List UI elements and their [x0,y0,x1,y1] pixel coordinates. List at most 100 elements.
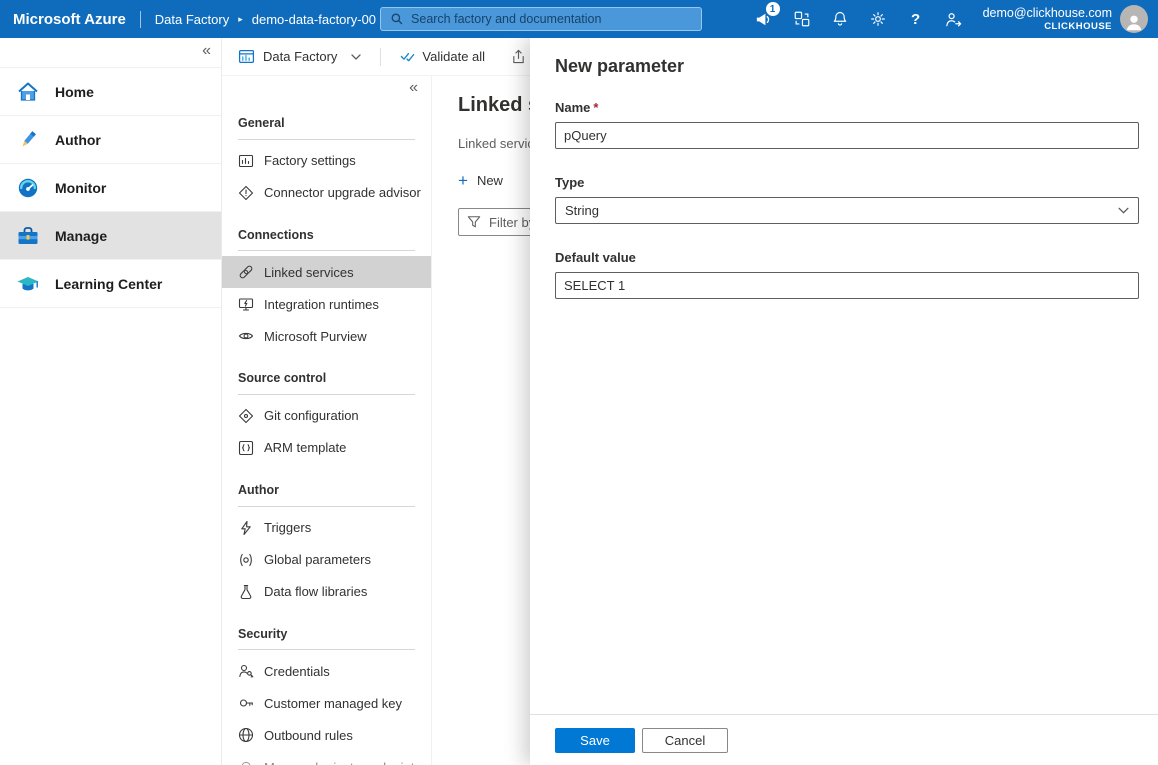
section-divider [238,250,415,251]
left-nav-collapse-button[interactable]: « [202,42,211,60]
pencil-icon [15,127,41,153]
name-label-text: Name [555,100,590,115]
menu-item-managed-private-endpoints[interactable]: Managed private endpoints [222,751,431,765]
section-divider [238,506,415,507]
menu-item-git-configuration[interactable]: Git configuration [222,400,431,432]
key-icon [238,695,254,711]
menu-collapse-button[interactable]: « [409,79,418,97]
breadcrumb-factory-name[interactable]: demo-data-factory-00 [252,12,376,27]
home-icon [15,79,41,105]
search-input[interactable] [411,12,692,26]
export-button[interactable] [511,49,526,64]
topbar-divider [140,11,141,28]
chevron-down-icon [1118,207,1129,214]
save-button[interactable]: Save [555,728,635,753]
new-linked-service-button[interactable]: + New [458,172,503,189]
validate-all-button[interactable]: Validate all [400,49,485,64]
credentials-icon [238,663,254,679]
avatar[interactable] [1120,5,1148,33]
linked-services-icon [238,264,254,280]
required-asterisk: * [593,100,598,115]
flyout-title: New parameter [555,56,1139,77]
announcements-button[interactable]: 1 [745,0,783,38]
menu-item-global-parameters[interactable]: Global parameters [222,544,431,576]
nav-item-monitor[interactable]: Monitor [0,164,221,212]
help-icon: ? [911,11,920,28]
menu-section-author: Author Triggers Global parameters [222,475,431,608]
nav-item-learning-center[interactable]: Learning Center [0,260,221,308]
menu-item-label: Microsoft Purview [264,329,367,344]
menu-section-security: Security Credentials Customer managed ke… [222,619,431,765]
settings-button[interactable] [859,0,897,38]
menu-item-label: Managed private endpoints [264,760,421,765]
nav-item-home[interactable]: Home [0,68,221,116]
notifications-button[interactable] [821,0,859,38]
menu-item-integration-runtimes[interactable]: Integration runtimes [222,288,431,320]
factory-menu-chevron-icon[interactable] [351,54,361,60]
menu-item-label: Connector upgrade advisor [264,185,421,200]
type-select[interactable]: String [555,197,1139,224]
factory-menu-label[interactable]: Data Factory [263,49,337,64]
validate-check-icon [400,49,415,64]
left-navigation: « Home Aut [0,38,222,765]
flyout-footer: Save Cancel [530,714,1158,765]
menu-section-header: Security [222,619,431,643]
name-field-group: Name* [555,100,1139,149]
switch-apps-icon [793,10,811,28]
menu-item-linked-services[interactable]: Linked services [222,256,431,288]
menu-item-label: Linked services [264,265,354,280]
type-field-group: Type String [555,175,1139,224]
gauge-icon [15,175,41,201]
name-label: Name* [555,100,1139,115]
menu-item-label: ARM template [264,440,346,455]
account-menu[interactable]: demo@clickhouse.com CLICKHOUSE [983,6,1112,32]
funnel-icon [467,215,481,229]
menu-item-connector-upgrade-advisor[interactable]: Connector upgrade advisor [222,177,431,209]
manage-menu: « General Factory settings Connector upg… [222,76,432,765]
section-divider [238,649,415,650]
menu-item-data-flow-libraries[interactable]: Data flow libraries [222,576,431,608]
nav-item-author[interactable]: Author [0,116,221,164]
help-button[interactable]: ? [897,0,935,38]
bell-icon [831,10,849,28]
gear-icon [869,10,887,28]
globe-icon [238,727,254,743]
lightning-icon [238,520,254,536]
search-box[interactable] [380,7,702,31]
azure-logo[interactable]: Microsoft Azure [13,11,126,28]
menu-item-label: Integration runtimes [264,297,379,312]
feedback-button[interactable] [935,0,973,38]
menu-item-label: Factory settings [264,153,356,168]
data-factory-icon [238,48,255,65]
menu-item-label: Global parameters [264,552,371,567]
menu-item-triggers[interactable]: Triggers [222,512,431,544]
braces-template-icon [238,440,254,456]
nav-item-manage[interactable]: Manage [0,212,221,260]
cloud-endpoint-icon [238,759,254,765]
account-email: demo@clickhouse.com [983,6,1112,21]
nav-item-label: Home [55,84,94,100]
menu-item-factory-settings[interactable]: Factory settings [222,145,431,177]
menu-section-header: Source control [222,363,431,387]
nav-item-label: Monitor [55,180,106,196]
azure-top-bar: Microsoft Azure Data Factory ▸ demo-data… [0,0,1158,38]
menu-item-arm-template[interactable]: ARM template [222,432,431,464]
menu-section-header: General [222,108,431,132]
menu-item-microsoft-purview[interactable]: Microsoft Purview [222,320,431,352]
menu-item-outbound-rules[interactable]: Outbound rules [222,719,431,751]
breadcrumb-app[interactable]: Data Factory [155,12,229,27]
menu-item-credentials[interactable]: Credentials [222,655,431,687]
git-icon [238,408,254,424]
directory-switch-button[interactable] [783,0,821,38]
toolbox-icon [15,223,41,249]
account-org: CLICKHOUSE [983,21,1112,32]
cancel-button[interactable]: Cancel [642,728,728,753]
avatar-person-icon [1123,11,1145,33]
purview-eye-icon [238,328,254,344]
nav-item-label: Author [55,132,101,148]
menu-item-customer-managed-key[interactable]: Customer managed key [222,687,431,719]
default-value-input[interactable] [555,272,1139,299]
default-value-label: Default value [555,250,1139,265]
menu-section-header: Author [222,475,431,499]
name-input[interactable] [555,122,1139,149]
